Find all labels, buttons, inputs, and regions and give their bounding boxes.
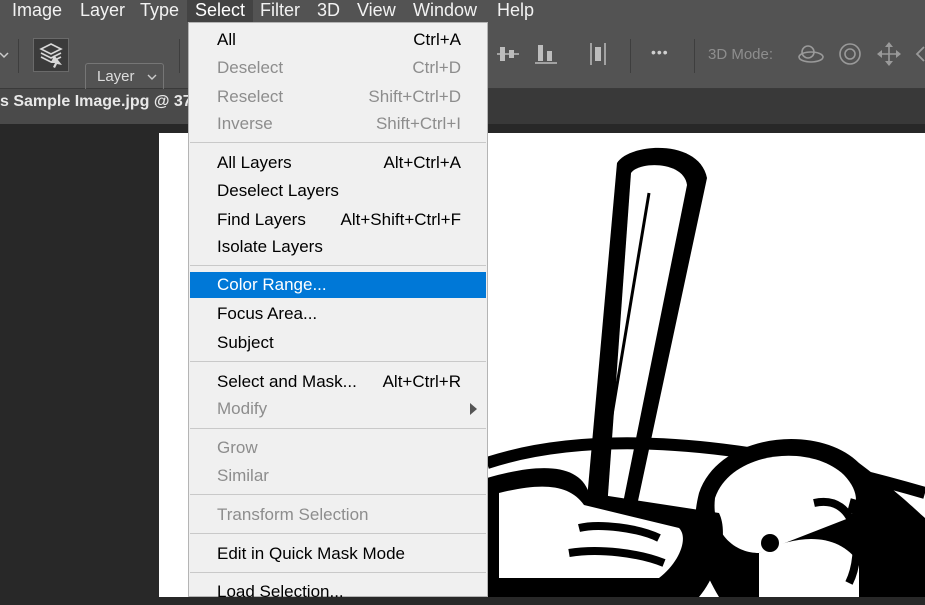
menu-window[interactable]: Window (405, 0, 485, 22)
menu-item-deselect[interactable]: Deselect Ctrl+D (190, 55, 486, 81)
menu-item-label: Focus Area... (217, 304, 318, 323)
menu-divider (190, 533, 486, 534)
menu-layer[interactable]: Layer (72, 0, 133, 22)
menu-item-label: All Layers (217, 153, 292, 172)
menu-item-color-range[interactable]: Color Range... (190, 272, 486, 298)
menu-item-isolate-layers[interactable]: Isolate Layers (190, 234, 486, 260)
menu-item-label: Select and Mask... (217, 372, 357, 391)
menu-item-label: Subject (217, 333, 274, 352)
select-menu-dropdown: All Ctrl+A Deselect Ctrl+D Reselect Shif… (188, 22, 488, 601)
menu-item-shortcut: Shift+Ctrl+D (368, 87, 461, 106)
menu-item-label: Inverse (217, 114, 273, 133)
menu-item-select-and-mask[interactable]: Select and Mask... Alt+Ctrl+R (190, 369, 486, 395)
menu-item-label: Load Selection... (217, 582, 344, 601)
menu-item-deselect-layers[interactable]: Deselect Layers (190, 178, 486, 204)
menu-item-label: Modify (217, 399, 268, 418)
menu-item-reselect[interactable]: Reselect Shift+Ctrl+D (190, 84, 486, 110)
menu-image[interactable]: Image (4, 0, 70, 22)
menu-item-similar[interactable]: Similar (190, 463, 486, 489)
orbit-3d-camera-icon[interactable] (797, 42, 825, 68)
align-vertical-centers-icon[interactable] (497, 41, 519, 67)
menu-filter[interactable]: Filter (252, 0, 308, 22)
menu-help[interactable]: Help (489, 0, 542, 22)
menu-item-all-layers[interactable]: All Layers Alt+Ctrl+A (190, 150, 486, 176)
menu-type[interactable]: Type (132, 0, 187, 22)
pan-3d-camera-icon[interactable] (876, 41, 902, 67)
align-bottom-edges-icon[interactable] (535, 41, 557, 67)
menu-item-label: Grow (217, 438, 258, 457)
distribute-icon[interactable] (587, 41, 609, 67)
roll-3d-camera-icon[interactable] (837, 41, 863, 67)
menu-item-shortcut: Alt+Ctrl+A (383, 153, 461, 172)
menu-divider (190, 265, 486, 266)
menu-item-shortcut: Ctrl+A (413, 30, 461, 49)
menu-divider (190, 361, 486, 362)
menu-item-inverse[interactable]: Inverse Shift+Ctrl+I (190, 111, 486, 137)
chevron-down-icon[interactable] (0, 50, 10, 60)
menu-item-shortcut: Alt+Shift+Ctrl+F (340, 210, 461, 229)
chevron-down-icon (147, 74, 157, 80)
menu-3d[interactable]: 3D (309, 0, 348, 22)
menu-item-label: Similar (217, 466, 269, 485)
dropdown-value: Layer (97, 68, 135, 85)
menu-item-label: Deselect (217, 58, 284, 77)
menu-bar: Image Layer Type Select Filter 3D View W… (0, 0, 925, 22)
menu-item-shortcut: Alt+Ctrl+R (382, 372, 461, 391)
document-tab[interactable]: s Sample Image.jpg @ 37 (0, 89, 190, 124)
menu-item-all[interactable]: All Ctrl+A (190, 27, 486, 53)
menu-item-label: Deselect Layers (217, 181, 339, 200)
menu-item-label: Isolate Layers (217, 237, 323, 256)
menu-item-label: All (217, 30, 236, 49)
menu-view[interactable]: View (349, 0, 404, 22)
menu-item-label: Color Range... (217, 275, 327, 294)
menu-item-shortcut: Shift+Ctrl+I (375, 114, 461, 133)
submenu-arrow-icon (470, 403, 477, 415)
menu-item-shortcut: Ctrl+D (412, 58, 461, 77)
slide-3d-camera-icon[interactable] (914, 44, 925, 66)
menu-divider (190, 428, 486, 429)
menu-item-transform-selection[interactable]: Transform Selection (190, 502, 486, 528)
auto-select-target-dropdown[interactable]: Layer (85, 63, 164, 91)
menu-item-grow[interactable]: Grow (190, 435, 486, 461)
menu-item-label: Transform Selection (217, 505, 369, 524)
menu-item-label: Edit in Quick Mask Mode (217, 544, 406, 563)
menu-select[interactable]: Select (187, 0, 254, 22)
divider (630, 39, 631, 73)
divider (18, 39, 19, 73)
menu-item-label: Find Layers (217, 210, 306, 229)
menu-item-find-layers[interactable]: Find Layers Alt+Shift+Ctrl+F (190, 207, 486, 233)
auto-select-layer-button[interactable] (33, 38, 69, 72)
menu-item-edit-in-quick-mask-mode[interactable]: Edit in Quick Mask Mode (190, 541, 486, 567)
more-options-icon[interactable]: ••• (651, 44, 669, 60)
document-tab-title: s Sample Image.jpg @ 37 (0, 93, 190, 110)
divider (179, 39, 180, 73)
menu-divider (190, 494, 486, 495)
menu-item-load-selection[interactable]: Load Selection... (190, 579, 486, 605)
menu-item-focus-area[interactable]: Focus Area... (190, 301, 486, 327)
layers-icon (39, 43, 63, 68)
menu-divider (190, 572, 486, 573)
3d-mode-label: 3D Mode: (708, 46, 774, 63)
divider (694, 39, 695, 73)
menu-item-subject[interactable]: Subject (190, 330, 486, 356)
menu-item-label: Reselect (217, 87, 284, 106)
menu-item-modify[interactable]: Modify (190, 396, 486, 422)
menu-divider (190, 142, 486, 143)
